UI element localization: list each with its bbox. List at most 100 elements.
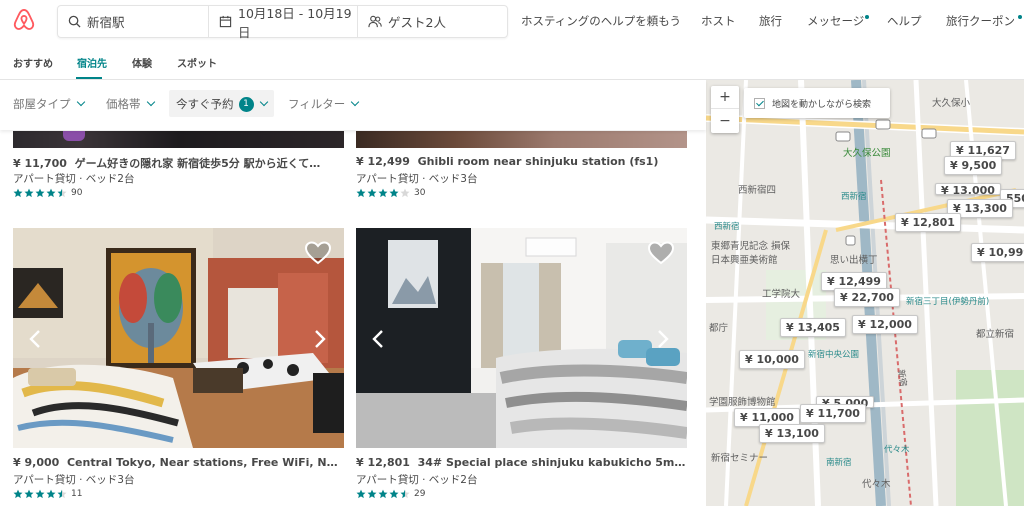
filter-price-label: 価格帯 bbox=[106, 97, 141, 111]
chevron-down-icon bbox=[76, 97, 85, 107]
map-label: 代々木 bbox=[884, 445, 910, 455]
nav-trips[interactable]: 旅行 bbox=[759, 13, 782, 29]
star-icon bbox=[367, 188, 377, 198]
review-count: 90 bbox=[71, 188, 83, 198]
map-label: 南新宿 bbox=[826, 458, 852, 468]
tab-recommended[interactable]: おすすめ bbox=[13, 55, 53, 70]
star-icon bbox=[13, 489, 23, 499]
nav-travel-coupon[interactable]: 旅行クーポン bbox=[946, 13, 1015, 29]
review-count: 11 bbox=[71, 489, 83, 499]
price-pin[interactable]: ¥ 12,000 bbox=[852, 315, 918, 334]
listing-photo[interactable] bbox=[356, 131, 687, 148]
nav-messages[interactable]: メッセージ bbox=[807, 13, 864, 29]
tab-stays[interactable]: 宿泊先 bbox=[77, 55, 107, 70]
listing-title[interactable]: ¥ 12,499 Ghibli room near shinjuku stati… bbox=[356, 155, 687, 168]
star-icon bbox=[356, 489, 366, 499]
chevron-right-icon[interactable] bbox=[313, 329, 327, 349]
chevron-right-icon[interactable] bbox=[656, 329, 670, 349]
filter-room-type[interactable]: 部屋タイプ bbox=[13, 96, 85, 112]
listing-title[interactable]: ¥ 12,801 34# Special place shinjuku kabu… bbox=[356, 456, 687, 469]
tab-experiences[interactable]: 体験 bbox=[132, 55, 152, 70]
map-label: 西新宿 bbox=[841, 192, 867, 202]
chevron-down-icon bbox=[259, 97, 268, 107]
map-label: 日本興亜美術館 bbox=[711, 255, 778, 266]
price-pin[interactable]: ¥ 9,500 bbox=[944, 156, 1003, 175]
date-field[interactable]: 10月18日 - 10月19日 bbox=[209, 6, 358, 40]
listing-photo[interactable] bbox=[13, 228, 344, 448]
listing-photo[interactable] bbox=[13, 131, 344, 148]
map-label: 思い出横丁 bbox=[830, 255, 878, 266]
search-as-map-moves-toggle[interactable]: 地図を動かしながら検索 bbox=[744, 88, 890, 118]
map-label: 新宿中央公園 bbox=[808, 350, 860, 360]
listing-title[interactable]: ¥ 11,700 ゲーム好きの隠れ家 新宿徒歩5分 駅から近くて… bbox=[13, 155, 344, 171]
map-label: 工学院大 bbox=[762, 289, 801, 300]
star-icon bbox=[400, 489, 410, 499]
map-label: 西新宿 bbox=[714, 222, 740, 232]
star-icon bbox=[24, 489, 34, 499]
listing-subtitle: アパート貸切 · ベッド2台 bbox=[13, 173, 135, 185]
favorite-heart-icon[interactable] bbox=[647, 240, 675, 266]
price-pin[interactable]: ¥ 10,000 bbox=[739, 350, 805, 369]
price-pin[interactable]: ¥ 22,700 bbox=[834, 288, 900, 307]
tab-spots[interactable]: スポット bbox=[177, 55, 217, 70]
price-pin[interactable]: ¥ 12,801 bbox=[895, 213, 961, 232]
star-icon bbox=[389, 188, 399, 198]
listing-title[interactable]: ¥ 9,000 Central Tokyo, Near stations, Fr… bbox=[13, 456, 344, 469]
star-icon bbox=[400, 188, 410, 198]
listing-rating: 30 bbox=[356, 188, 425, 198]
location-value: 新宿駅 bbox=[87, 15, 125, 30]
map[interactable]: 大久保小 大久保公園 西新宿四 西新宿 西新宿 東郷青児記念 損保 日本興亜美術… bbox=[706, 80, 1024, 506]
map-label: 新宿三丁目(伊勢丹前) bbox=[906, 297, 990, 307]
filter-count-badge: 1 bbox=[238, 96, 254, 112]
filter-bar: 部屋タイプ 価格帯 今すぐ予約 1 フィルター bbox=[0, 80, 706, 131]
star-icon bbox=[57, 188, 67, 198]
filter-price[interactable]: 価格帯 bbox=[106, 96, 155, 112]
nav-help[interactable]: ヘルプ bbox=[887, 13, 922, 29]
filter-more[interactable]: フィルター bbox=[288, 96, 360, 112]
filter-instant-book[interactable]: 今すぐ予約 1 bbox=[176, 96, 268, 112]
zoom-out-button[interactable]: − bbox=[711, 109, 739, 132]
price-pin[interactable]: ¥ 13,405 bbox=[780, 318, 846, 337]
nav-host[interactable]: ホスト bbox=[701, 13, 736, 29]
location-field[interactable]: 新宿駅 bbox=[58, 6, 209, 37]
star-icon bbox=[378, 188, 388, 198]
guests-value: ゲスト2人 bbox=[388, 15, 446, 30]
chevron-left-icon[interactable] bbox=[28, 329, 42, 349]
map-label: 西新宿四 bbox=[738, 185, 777, 196]
listing-photo[interactable] bbox=[356, 228, 687, 448]
filter-more-label: フィルター bbox=[288, 97, 346, 111]
price-pin[interactable]: ¥ 11,700 bbox=[800, 404, 866, 423]
listing-rating: 29 bbox=[356, 489, 425, 499]
search-bar[interactable]: 新宿駅 10月18日 - 10月19日 ゲスト2人 bbox=[57, 5, 508, 40]
star-icon bbox=[13, 188, 23, 198]
map-zoom-controls: + − bbox=[711, 86, 739, 133]
checkbox-checked-icon[interactable] bbox=[754, 97, 765, 109]
nav-hosting-help[interactable]: ホスティングのヘルプを頼もう bbox=[521, 13, 681, 29]
airbnb-logo-icon[interactable] bbox=[13, 8, 35, 32]
star-icon bbox=[356, 188, 366, 198]
guest-field[interactable]: ゲスト2人 bbox=[358, 6, 507, 37]
map-label: 東郷青児記念 損保 bbox=[711, 241, 791, 252]
chevron-down-icon bbox=[351, 97, 360, 107]
listing-photo-illustration bbox=[13, 228, 344, 448]
search-icon bbox=[68, 15, 81, 28]
filter-room-type-label: 部屋タイプ bbox=[13, 97, 71, 111]
star-icon bbox=[24, 188, 34, 198]
category-tabs: おすすめ 宿泊先 体験 スポット bbox=[0, 41, 1024, 80]
listing-subtitle: アパート貸切 · ベッド3台 bbox=[13, 474, 135, 486]
price-pin[interactable]: ¥ 13,100 bbox=[759, 424, 825, 443]
star-icon bbox=[46, 489, 56, 499]
star-icon bbox=[35, 188, 45, 198]
review-count: 29 bbox=[414, 489, 426, 499]
zoom-in-button[interactable]: + bbox=[711, 86, 739, 109]
chevron-left-icon[interactable] bbox=[371, 329, 385, 349]
price-pin[interactable]: ¥ 10,999 bbox=[971, 243, 1024, 262]
map-label: 大久保公園 bbox=[843, 148, 891, 159]
listing-subtitle: アパート貸切 · ベッド2台 bbox=[356, 474, 478, 486]
top-header: 新宿駅 10月18日 - 10月19日 ゲスト2人 ホスティングのヘルプを頼もう… bbox=[0, 0, 1024, 41]
favorite-heart-icon[interactable] bbox=[304, 240, 332, 266]
filter-instant-book-label: 今すぐ予約 bbox=[176, 97, 234, 111]
calendar-icon bbox=[219, 15, 232, 28]
price-pin[interactable]: ¥ 13,000 bbox=[935, 183, 1001, 195]
map-label: 都立新宿 bbox=[976, 329, 1015, 340]
